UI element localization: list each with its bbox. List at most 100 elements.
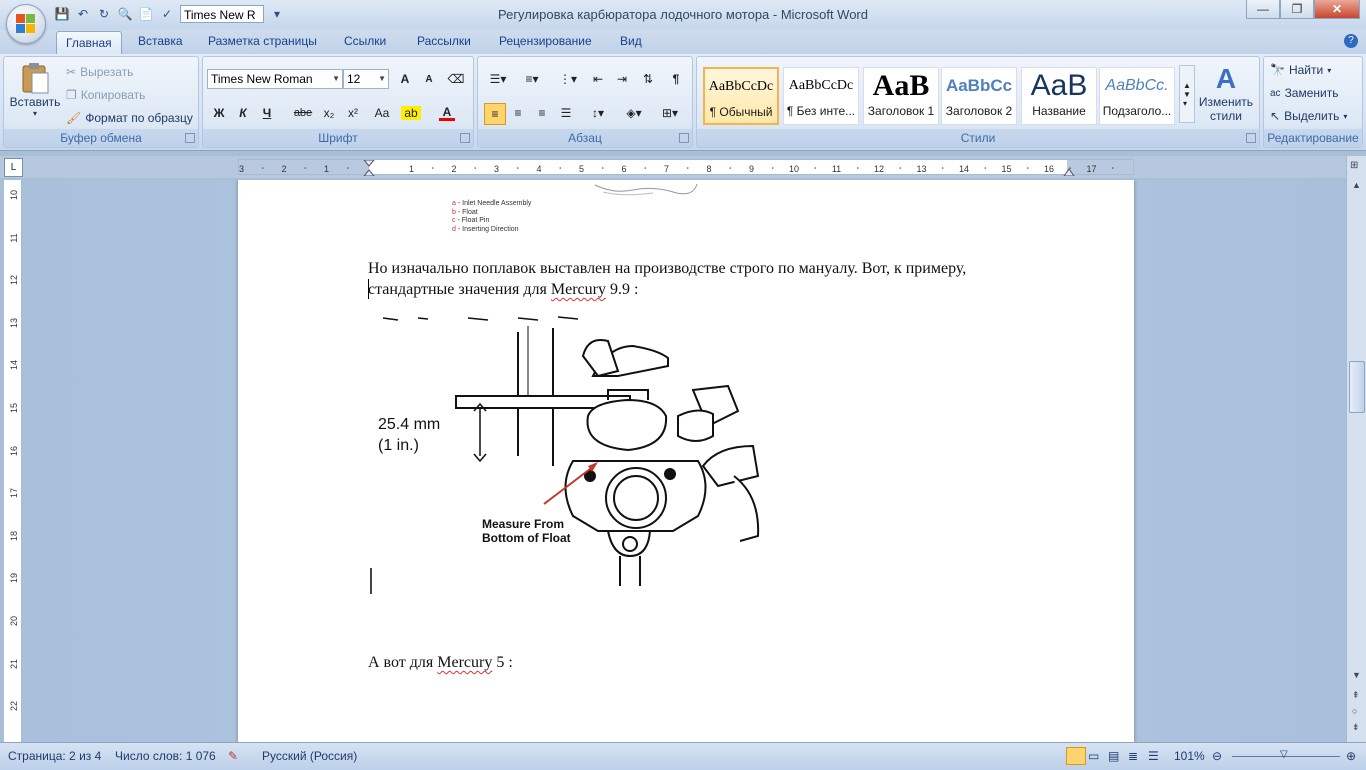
word-count[interactable]: Число слов: 1 076	[115, 749, 216, 763]
page-count[interactable]: Страница: 2 из 4	[8, 749, 101, 763]
ruler-number: 9	[749, 164, 754, 174]
decrease-indent-icon[interactable]: ⇤	[588, 69, 608, 89]
tab-view[interactable]: Вид	[620, 34, 642, 48]
underline-button[interactable]: Ч	[257, 103, 277, 123]
style-heading1[interactable]: AaB Заголовок 1	[863, 67, 939, 125]
align-center-icon[interactable]: ≡	[508, 103, 528, 123]
tab-stop-selector[interactable]: L	[4, 158, 23, 177]
shading-icon[interactable]: ◈▾	[620, 103, 648, 123]
paragraph-1[interactable]: Но изначально поплавок выставлен на прои…	[368, 258, 966, 300]
clipboard-launcher-icon[interactable]	[185, 133, 195, 143]
numbering-icon[interactable]: ≡▾	[518, 69, 546, 89]
style-normal-preview: AaBbCcDc	[708, 79, 774, 94]
ruler-number: 13	[916, 164, 926, 174]
tab-mailings[interactable]: Рассылки	[417, 34, 471, 48]
vertical-scrollbar[interactable]: ⊞ ▲ ▼ ⇞ ○ ⇟	[1346, 156, 1366, 743]
highlight-icon[interactable]: ab	[401, 103, 421, 123]
full-screen-reading-icon[interactable]: ▭	[1088, 749, 1099, 763]
next-page-icon[interactable]: ⇟	[1352, 722, 1360, 733]
style-title[interactable]: AaB Название	[1021, 67, 1097, 125]
office-button[interactable]	[6, 4, 46, 44]
ruler-tick	[1111, 167, 1114, 169]
change-case-button[interactable]: Aa	[369, 103, 395, 123]
zoom-in-icon[interactable]: ⊕	[1346, 749, 1356, 763]
paragraph-2[interactable]: А вот для Mercury 5 :	[368, 652, 513, 673]
cut-button[interactable]: ✂ Вырезать	[66, 65, 133, 79]
style-heading2[interactable]: AaBbCc Заголовок 2	[941, 67, 1017, 125]
scrollbar-thumb[interactable]	[1349, 361, 1365, 413]
tab-references[interactable]: Ссылки	[344, 34, 386, 48]
font-launcher-icon[interactable]	[460, 133, 470, 143]
align-right-icon[interactable]: ≡	[532, 103, 552, 123]
style-subtitle-name: Подзаголо...	[1102, 104, 1172, 118]
styles-scroll[interactable]: ▲ ▼ ▾	[1179, 65, 1195, 123]
font-name-combo[interactable]: Times New Roman ▼	[207, 69, 343, 89]
style-subtitle[interactable]: AaBbCc. Подзаголо...	[1099, 67, 1175, 125]
copy-button[interactable]: ❐ Копировать	[66, 88, 145, 102]
bold-button[interactable]: Ж	[209, 103, 229, 123]
select-button[interactable]: ↖ Выделить ▾	[1270, 109, 1347, 123]
line-spacing-icon[interactable]: ↕▾	[584, 103, 612, 123]
document-area[interactable]: a - Inlet Needle Assembly b - Float c - …	[22, 180, 1347, 743]
superscript-button[interactable]: x²	[343, 103, 363, 123]
zoom-level[interactable]: 101%	[1174, 749, 1205, 763]
vruler-number: 21	[9, 658, 19, 669]
help-icon[interactable]: ?	[1344, 34, 1358, 48]
align-left-icon[interactable]: ≡	[484, 103, 506, 125]
maximize-button[interactable]: ❐	[1280, 0, 1314, 19]
shrink-font-button[interactable]: A	[419, 69, 439, 89]
prev-page-icon[interactable]: ⇞	[1352, 690, 1360, 701]
zoom-slider-thumb[interactable]: ▽	[1280, 749, 1288, 760]
indent-marker-icon	[363, 160, 375, 176]
tab-home[interactable]: Главная	[56, 31, 122, 55]
subscript-button[interactable]: x₂	[319, 103, 339, 123]
increase-indent-icon[interactable]: ⇥	[612, 69, 632, 89]
clear-format-icon[interactable]: ⌫	[446, 69, 466, 89]
bullets-icon[interactable]: ☰▾	[484, 69, 512, 89]
zoom-out-icon[interactable]: ⊖	[1212, 749, 1222, 763]
ruler-tick	[644, 167, 647, 169]
sort-icon[interactable]: ⇅	[638, 69, 658, 89]
format-painter-button[interactable]: 🖌 Формат по образцу	[66, 111, 193, 125]
tab-page-layout[interactable]: Разметка страницы	[208, 34, 317, 48]
web-layout-icon[interactable]: ▤	[1108, 749, 1119, 763]
font-size-combo[interactable]: 12 ▼	[343, 69, 389, 89]
grow-font-button[interactable]: A	[395, 69, 415, 89]
outline-icon[interactable]: ≣	[1128, 749, 1138, 763]
ruler-tick	[729, 167, 732, 169]
show-marks-button[interactable]: ¶	[666, 69, 686, 89]
change-styles-button[interactable]: A Изменить стили	[1197, 63, 1255, 123]
browse-object-icon[interactable]: ○	[1352, 706, 1357, 716]
style-no-spacing[interactable]: AaBbCcDc ¶ Без инте...	[783, 67, 859, 125]
proofing-icon[interactable]: ✎	[228, 749, 238, 763]
paragraph-launcher-icon[interactable]	[679, 133, 689, 143]
borders-icon[interactable]: ⊞▾	[656, 103, 684, 123]
ruler-tick	[856, 167, 859, 169]
paste-button[interactable]: Вставить ▾	[10, 61, 60, 118]
replace-button[interactable]: ac Заменить	[1270, 86, 1339, 100]
close-button[interactable]: ✕	[1314, 0, 1360, 19]
legend-item-d: d - Inserting Direction	[452, 225, 519, 233]
minimize-button[interactable]: —	[1246, 0, 1280, 19]
scroll-down-icon[interactable]: ▼	[1352, 670, 1361, 680]
find-button[interactable]: 🔭 Найти ▾	[1270, 63, 1331, 77]
title-bar: 💾 ↶ ↻ 🔍 📄 ✓ Times New R ▾ Регулировка ка…	[0, 0, 1366, 30]
strikethrough-button[interactable]: abe	[293, 103, 313, 123]
print-layout-icon[interactable]	[1066, 747, 1086, 765]
tab-review[interactable]: Рецензирование	[499, 34, 592, 48]
language[interactable]: Русский (Россия)	[262, 749, 357, 763]
justify-icon[interactable]: ☰	[556, 103, 576, 123]
draft-icon[interactable]: ☰	[1148, 749, 1159, 763]
scroll-up-icon[interactable]: ▲	[1352, 180, 1361, 190]
ruler-toggle-icon[interactable]: ⊞	[1350, 160, 1358, 171]
font-color-button[interactable]: A	[437, 103, 457, 123]
italic-button[interactable]: К	[233, 103, 253, 123]
styles-launcher-icon[interactable]	[1246, 133, 1256, 143]
document-page[interactable]: a - Inlet Needle Assembly b - Float c - …	[238, 180, 1134, 743]
horizontal-ruler[interactable]: 3 2 1 1 2 3 4 5 6 7 8 9 10 11 12 13 14 15 16 17	[238, 159, 1134, 176]
vertical-ruler[interactable]: 10 11 12 13 14 15 16 17 18 19 20 21 22	[4, 180, 22, 743]
image-anchor-cursor	[370, 568, 372, 594]
multilevel-list-icon[interactable]: ⋮▾	[554, 69, 582, 89]
tab-insert[interactable]: Вставка	[138, 34, 183, 48]
style-normal[interactable]: AaBbCcDc ¶ Обычный	[703, 67, 779, 125]
